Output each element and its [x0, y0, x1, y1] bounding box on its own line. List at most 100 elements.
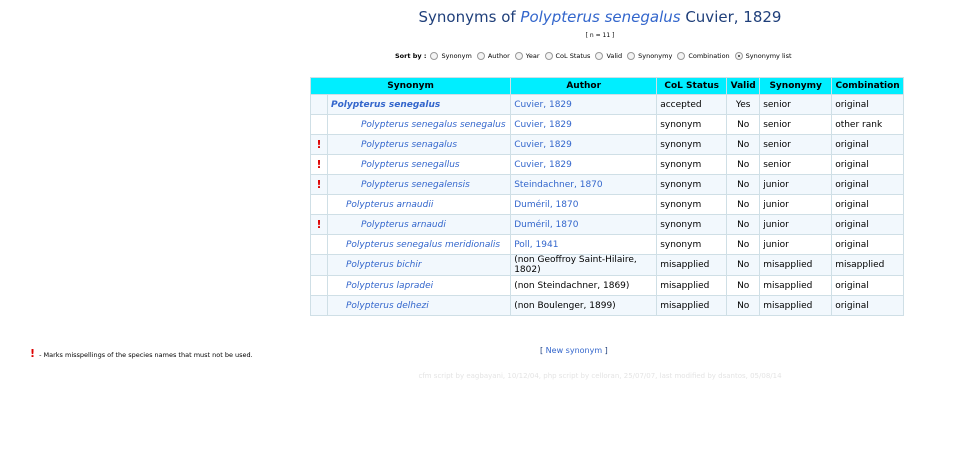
sort-option-label: Combination	[688, 52, 730, 60]
synonym-link[interactable]: Polypterus senegalus meridionalis	[346, 240, 500, 250]
col-status-cell: accepted	[656, 94, 728, 115]
synonym-link[interactable]: Polypterus arnaudi	[361, 220, 446, 230]
radio-button-icon[interactable]	[734, 52, 743, 60]
author-cell: Poll, 1941	[510, 234, 658, 255]
new-synonym-link[interactable]: New synonym	[546, 346, 602, 355]
misspelling-mark: !	[310, 134, 328, 155]
synonym-link[interactable]: Polypterus senegalus senegalus	[361, 120, 506, 130]
synonymy-cell: senior	[759, 94, 833, 115]
sort-option[interactable]: Author	[476, 52, 510, 60]
sort-option-label: Year	[525, 52, 540, 60]
valid-cell: No	[726, 254, 761, 276]
synonym-cell: Polypterus senegalus meridionalis	[326, 234, 512, 255]
table-row: Polypterus delhezi (non Boulenger, 1899) m…	[310, 295, 904, 316]
synonymy-cell: misapplied	[759, 254, 833, 276]
synonym-cell: Polypterus senegalus senegalus	[326, 114, 512, 135]
author-link[interactable]: Duméril, 1870	[514, 220, 578, 230]
author-cell: Cuvier, 1829	[510, 154, 658, 175]
col-status-cell: synonym	[656, 134, 728, 155]
header-col-status[interactable]: CoL Status	[656, 77, 728, 95]
combination-cell: original	[831, 154, 904, 175]
synonymy-cell: junior	[759, 174, 833, 195]
sort-option-label: Synonymy	[638, 52, 673, 60]
footer-credits: cfm script by eagbayani, 10/12/04, php s…	[418, 372, 782, 380]
sort-option[interactable]: Combination	[677, 52, 730, 60]
table-row: ! Polypterus senegalensis Steindachner, 18…	[310, 174, 904, 195]
sort-option[interactable]: Valid	[595, 52, 622, 60]
combination-cell: original	[831, 194, 904, 215]
sort-option[interactable]: Synonymy list	[734, 52, 792, 60]
synonym-link[interactable]: Polypterus senagalus	[361, 140, 457, 150]
table-header-row: Synonym Author CoL Status Valid Synonymy…	[309, 77, 904, 95]
legend-text: - Marks misspellings of the species name…	[37, 351, 253, 359]
radio-button-icon[interactable]	[476, 52, 485, 60]
table-row: Polypterus bichir (non Geoffroy Saint-Hil…	[310, 254, 904, 276]
synonym-link[interactable]: Polypterus bichir	[346, 260, 422, 270]
table-row: Polypterus arnaudii Duméril, 1870 synonym N…	[310, 194, 904, 215]
author-cell: Cuvier, 1829	[510, 94, 658, 115]
sort-option[interactable]: CoL Status	[544, 52, 591, 60]
header-synonymy[interactable]: Synonymy	[759, 77, 833, 95]
col-status-cell: synonym	[656, 194, 728, 215]
author-link[interactable]: Steindachner, 1870	[514, 180, 602, 190]
col-status-cell: misapplied	[656, 275, 728, 296]
radio-button-icon[interactable]	[627, 52, 636, 60]
radio-button-icon[interactable]	[544, 52, 553, 60]
author-link[interactable]: Duméril, 1870	[514, 200, 578, 210]
new-synonym-close: ]	[602, 346, 608, 355]
misspelling-mark	[310, 254, 328, 276]
author-link[interactable]: Cuvier, 1829	[514, 120, 572, 130]
sort-option-label: CoL Status	[555, 52, 591, 60]
synonym-link[interactable]: Polypterus senegalensis	[361, 180, 470, 190]
synonym-cell: Polypterus delhezi	[326, 295, 512, 316]
valid-cell: No	[726, 234, 761, 255]
sort-option-label: Synonymy list	[745, 52, 792, 60]
header-author[interactable]: Author	[510, 77, 658, 95]
author-link[interactable]: Cuvier, 1829	[514, 100, 572, 110]
synonymy-cell: junior	[759, 214, 833, 235]
sort-option[interactable]: Synonymy	[627, 52, 672, 60]
table-row: ! Polypterus arnaudi Duméril, 1870 synonym N…	[310, 214, 904, 235]
combination-cell: original	[831, 275, 904, 296]
synonym-link[interactable]: Polypterus lapradei	[346, 281, 433, 291]
radio-button-icon[interactable]	[595, 52, 604, 60]
col-status-cell: synonym	[656, 174, 728, 195]
col-status-cell: synonym	[656, 234, 728, 255]
title-suffix: Cuvier, 1829	[680, 8, 782, 26]
valid-cell: No	[726, 154, 761, 175]
valid-cell: No	[726, 194, 761, 215]
header-synonym[interactable]: Synonym	[309, 77, 512, 95]
synonymy-cell: misapplied	[759, 275, 833, 296]
col-status-cell: misapplied	[656, 295, 728, 316]
table-row: Polypterus senegalus senegalus Cuvier, 18…	[310, 114, 904, 135]
header-combination[interactable]: Combination	[831, 77, 904, 95]
sort-option[interactable]: Synonym	[430, 52, 472, 60]
synonymy-cell: junior	[759, 234, 833, 255]
author-cell: Duméril, 1870	[510, 214, 658, 235]
author-cell: Steindachner, 1870	[510, 174, 658, 195]
author-link[interactable]: Cuvier, 1829	[514, 160, 572, 170]
col-status-cell: synonym	[656, 214, 728, 235]
synonym-link[interactable]: Polypterus delhezi	[346, 301, 429, 311]
radio-button-icon[interactable]	[677, 52, 686, 60]
header-valid[interactable]: Valid	[726, 77, 761, 95]
sort-options: Synonym Author Year CoL Status Valid Synonymy…	[430, 52, 796, 60]
synonym-cell: Polypterus arnaudi	[326, 214, 512, 235]
table-row: Polypterus senegalus Cuvier, 1829 accepted…	[310, 94, 904, 115]
sort-bar: Sort by : Synonym Author Year CoL Status Val…	[395, 52, 797, 60]
author-link[interactable]: Cuvier, 1829	[514, 140, 572, 150]
synonym-link[interactable]: Polypterus arnaudii	[346, 200, 433, 210]
synonyms-table: Synonym Author CoL Status Valid Synonymy…	[309, 77, 904, 316]
sort-label: Sort by :	[395, 52, 427, 60]
valid-cell: No	[726, 214, 761, 235]
new-synonym: [ New synonym ]	[540, 346, 608, 355]
col-status-cell: synonym	[656, 114, 728, 135]
synonym-link[interactable]: Polypterus senegalus	[331, 100, 440, 110]
synonym-link[interactable]: Polypterus senegallus	[361, 160, 460, 170]
sort-option[interactable]: Year	[514, 52, 540, 60]
radio-button-icon[interactable]	[514, 52, 523, 60]
author-link[interactable]: Poll, 1941	[514, 240, 558, 250]
title-species: Polypterus senegalus	[520, 8, 681, 26]
table-row: ! Polypterus senagalus Cuvier, 1829 synonym…	[310, 134, 904, 155]
radio-button-icon[interactable]	[430, 52, 439, 60]
